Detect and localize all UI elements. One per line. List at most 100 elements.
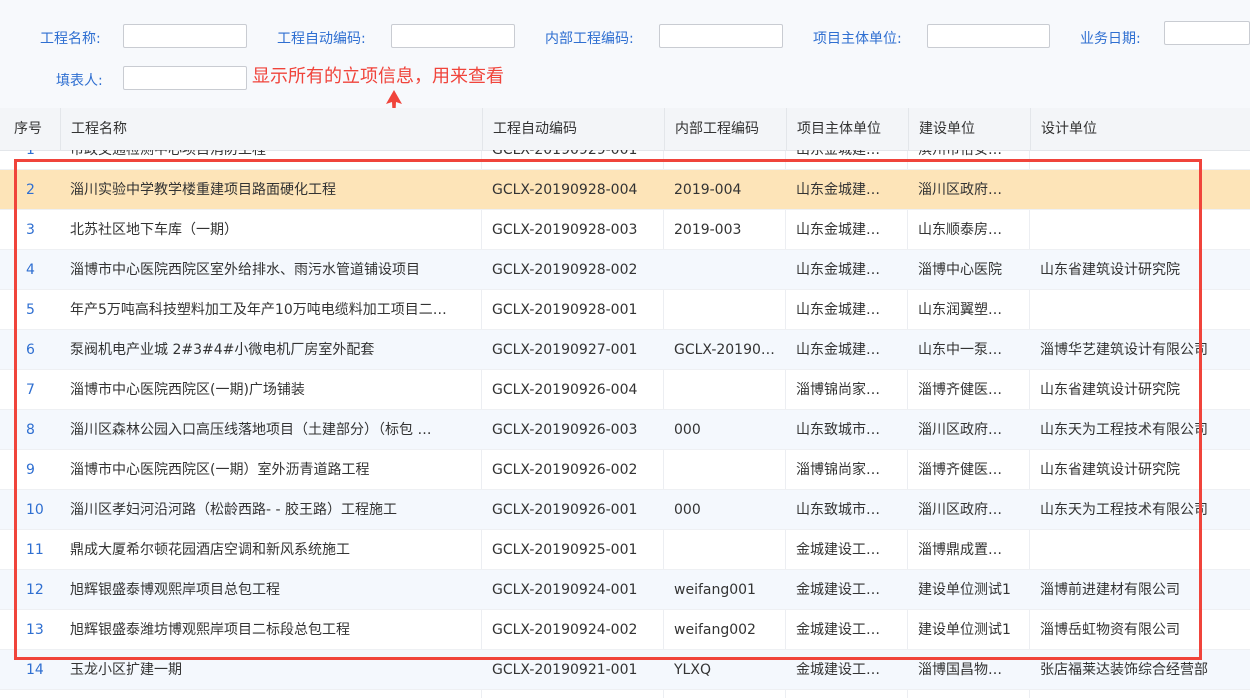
cell-design-unit: 山东省建筑设计研究院 (1040, 382, 1180, 398)
cell-internal-code (664, 250, 785, 290)
cell-main-unit: 山东金城建… (796, 262, 880, 278)
main-unit-label: 项目主体单位: (813, 31, 902, 47)
cell-auto-code: GCLX-20190926-004 (492, 382, 638, 398)
cell-project-name: 淄川实验中学教学楼重建项目路面硬化工程 (70, 182, 336, 198)
header-auto-code[interactable]: 工程自动编码 (482, 108, 663, 150)
cell-auto-code: GCLX-20190928-002 (492, 262, 638, 278)
cell-auto-code: GCLX-20190927-001 (492, 342, 638, 358)
cell-build-unit: 淄博齐健医… (918, 382, 1002, 398)
row-index[interactable]: 11 (0, 530, 60, 570)
biz-date-input[interactable] (1164, 21, 1250, 45)
cell-internal-code (664, 530, 785, 570)
cell-internal-code: GCLX-20190… (674, 342, 775, 358)
cell-project-name: 泵阀机电产业城 2#3#4#小微电机厂房室外配套 (70, 342, 375, 358)
row-index[interactable]: 5 (0, 290, 60, 330)
row-index[interactable]: 6 (0, 330, 60, 370)
cell-project-name: 淄博市中心医院西院区(一期)广场铺装 (70, 382, 305, 398)
row-index[interactable]: 2 (0, 170, 60, 210)
cell-design-unit: 山东天为工程技术有限公司 (1040, 502, 1208, 518)
cell-build-unit: 建设单位测试1 (918, 582, 1011, 598)
cell-design-unit (1030, 290, 1250, 330)
header-internal-code[interactable]: 内部工程编码 (664, 108, 785, 150)
cell-design-unit (1030, 170, 1250, 210)
cell-auto-code: GCLX-20190924-001 (492, 582, 638, 598)
row-index[interactable]: 7 (0, 370, 60, 410)
table-row[interactable]: 9 淄博市中心医院西院区(一期）室外沥青道路工程 GCLX-20190926-002… (0, 450, 1250, 490)
project-name-label: 工程名称: (40, 31, 101, 47)
cell-design-unit: 山东省建筑设计研究院 (1040, 462, 1180, 478)
cell-internal-code (664, 150, 785, 170)
header-index[interactable]: 序号 (0, 108, 60, 150)
table-row[interactable]: 2 淄川实验中学教学楼重建项目路面硬化工程 GCLX-20190928-004 201… (0, 170, 1250, 210)
cell-main-unit: 山东金城建… (796, 182, 880, 198)
table-row[interactable]: 12 旭辉银盛泰博观熙岸项目总包工程 GCLX-20190924-001 weifan… (0, 570, 1250, 610)
cell-internal-code (664, 290, 785, 330)
cell-build-unit: 淄博鼎成置… (918, 542, 1002, 558)
row-index[interactable]: 9 (0, 450, 60, 490)
project-name-input[interactable] (123, 24, 247, 48)
cell-internal-code: weifang002 (674, 622, 756, 638)
cell-auto-code: GCLX-20190924-002 (492, 622, 638, 638)
cell-design-unit: 淄博岳虹物资有限公司 (1040, 622, 1180, 638)
cell-design-unit: 张店福莱达装饰综合经营部 (1040, 662, 1208, 678)
table-row[interactable]: 11 鼎成大厦希尔顿花园酒店空调和新风系统施工 GCLX-20190925-001 金… (0, 530, 1250, 570)
cell-main-unit: 山东金城建… (796, 150, 880, 158)
cell-main-unit: 金城建设工… (796, 622, 880, 638)
table-row[interactable]: 14 玉龙小区扩建一期 GCLX-20190921-001 YLXQ 金城建设工… 淄博国… (0, 650, 1250, 690)
table-row[interactable]: 1 市政交通检测中心项目消防工程 GCLX-20190929-001 山东金城建… 滨州… (0, 150, 1250, 170)
row-index[interactable]: 1 (0, 150, 60, 170)
table-row[interactable]: 5 年产5万吨高科技塑料加工及年产10万吨电缆料加工项目二… GCLX-201909… (0, 290, 1250, 330)
main-unit-input[interactable] (927, 24, 1050, 48)
cell-build-unit: 滨州市怡安… (918, 150, 1002, 158)
table-row[interactable]: 4 淄博市中心医院西院区室外给排水、雨污水管道铺设项目 GCLX-20190928-… (0, 250, 1250, 290)
row-index[interactable]: 8 (0, 410, 60, 450)
cell-auto-code: GCLX-20190926-002 (492, 462, 638, 478)
row-index[interactable]: 10 (0, 490, 60, 530)
biz-date-label: 业务日期: (1080, 31, 1141, 47)
header-build-unit[interactable]: 建设单位 (908, 108, 1029, 150)
filler-input[interactable] (123, 66, 247, 90)
cell-main-unit: 山东致城市… (796, 422, 880, 438)
cell-auto-code: GCLX-20190926-003 (492, 422, 638, 438)
table-row[interactable]: 3 北苏社区地下车库（一期） GCLX-20190928-003 2019-003 山东… (0, 210, 1250, 250)
header-design-unit[interactable]: 设计单位 (1030, 108, 1250, 150)
table-row[interactable]: 7 淄博市中心医院西院区(一期)广场铺装 GCLX-20190926-004 淄博锦尚… (0, 370, 1250, 410)
cell-project-name: 市政交通检测中心项目消防工程 (70, 150, 266, 158)
header-project-name[interactable]: 工程名称 (60, 108, 481, 150)
cell-project-name: 旭辉银盛泰潍坊博观熙岸项目二标段总包工程 (70, 622, 350, 638)
cell-auto-code: GCLX-20190925-001 (492, 542, 638, 558)
row-index[interactable]: 12 (0, 570, 60, 610)
internal-code-input[interactable] (659, 24, 783, 48)
cell-project-name: 淄博市中心医院西院区(一期）室外沥青道路工程 (70, 462, 370, 478)
cell-main-unit: 淄博锦尚家… (796, 462, 880, 478)
cell-project-name: 鼎成大厦希尔顿花园酒店空调和新风系统施工 (70, 542, 350, 558)
header-main-unit[interactable]: 项目主体单位 (786, 108, 907, 150)
cell-project-name: 年产5万吨高科技塑料加工及年产10万吨电缆料加工项目二… (70, 302, 447, 318)
cell-auto-code: GCLX-20190926-001 (492, 502, 638, 518)
cell-build-unit: 山东中一泵… (918, 342, 1002, 358)
cell-build-unit: 淄川区政府… (918, 422, 1002, 438)
cell-main-unit: 淄博锦尚家… (796, 382, 880, 398)
cell-internal-code (664, 450, 785, 490)
row-index[interactable]: 13 (0, 610, 60, 650)
cell-design-unit (1030, 530, 1250, 570)
cell-internal-code: 000 (674, 502, 701, 518)
row-index[interactable]: 14 (0, 650, 60, 690)
row-index[interactable]: 3 (0, 210, 60, 250)
row-index[interactable]: 4 (0, 250, 60, 290)
cell-internal-code: 2019-004 (674, 182, 742, 198)
cell-build-unit: 淄川区政府… (918, 502, 1002, 518)
cell-internal-code: weifang001 (674, 582, 756, 598)
cell-build-unit: 淄博齐健医… (918, 462, 1002, 478)
cell-internal-code: 000 (674, 422, 701, 438)
cell-build-unit: 淄川区政府… (918, 182, 1002, 198)
cell-build-unit: 淄博国昌物… (918, 662, 1002, 678)
cell-project-name: 北苏社区地下车库（一期） (70, 222, 238, 238)
table-row[interactable]: 8 淄川区森林公园入口高压线落地项目（土建部分）（标包 … GCLX-2019092… (0, 410, 1250, 450)
auto-code-input[interactable] (391, 24, 515, 48)
table-row[interactable]: 10 淄川区孝妇河沿河路（松龄西路- - 胶王路）工程施工 GCLX-2019092… (0, 490, 1250, 530)
table-row[interactable]: 13 旭辉银盛泰潍坊博观熙岸项目二标段总包工程 GCLX-20190924-002 w… (0, 610, 1250, 650)
cell-design-unit: 淄博华艺建筑设计有限公司 (1040, 342, 1208, 358)
table-row[interactable]: 6 泵阀机电产业城 2#3#4#小微电机厂房室外配套 GCLX-20190927-0… (0, 330, 1250, 370)
cell-main-unit: 金城建设工… (796, 542, 880, 558)
